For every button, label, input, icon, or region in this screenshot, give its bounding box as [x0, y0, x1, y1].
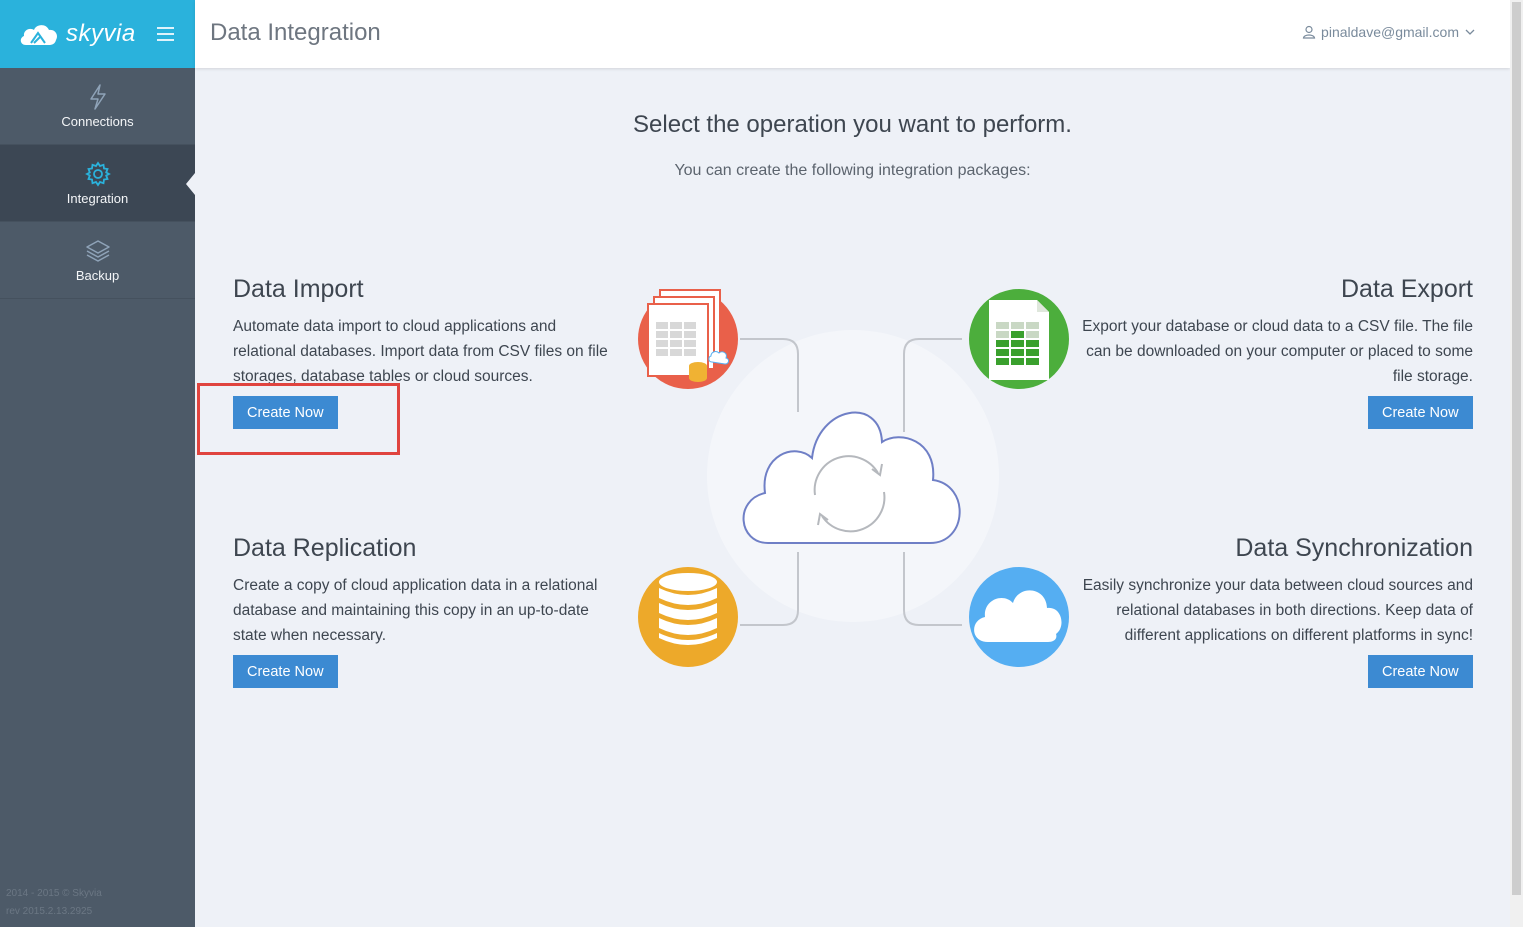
- data-import-description: Automate data import to cloud applicatio…: [233, 318, 608, 385]
- sidebar-item-backup[interactable]: Backup: [0, 222, 195, 299]
- highlight-box: [197, 383, 400, 455]
- data-export-create-button[interactable]: Create Now: [1368, 396, 1473, 429]
- sidebar-item-connections[interactable]: Connections: [0, 68, 195, 145]
- import-documents-icon: [638, 289, 738, 389]
- data-export-section: Data Export Export your database or clou…: [1073, 275, 1473, 389]
- brand-name: skyvia: [66, 20, 136, 47]
- data-synchronization-section: Data Synchronization Easily synchronize …: [1073, 534, 1473, 648]
- database-icon: [638, 567, 738, 667]
- data-replication-create-button[interactable]: Create Now: [233, 655, 338, 688]
- data-replication-title: Data Replication: [233, 534, 417, 562]
- sidebar-item-label: Connections: [61, 113, 134, 129]
- lightning-icon: [89, 83, 106, 110]
- revision-text: rev 2015.2.13.2925: [6, 906, 93, 917]
- data-import-title: Data Import: [233, 275, 364, 303]
- sidebar-item-label: Backup: [75, 267, 120, 283]
- gear-icon: [84, 160, 111, 187]
- chevron-down-icon: [1465, 29, 1475, 35]
- data-export-title: Data Export: [1340, 275, 1473, 303]
- scrollbar[interactable]: [1510, 0, 1523, 927]
- spreadsheet-icon: [969, 289, 1069, 389]
- layers-icon: [85, 239, 110, 262]
- sidebar-item-label: Integration: [66, 190, 129, 206]
- data-synchronization-title: Data Synchronization: [1235, 534, 1473, 562]
- data-synchronization-create-button[interactable]: Create Now: [1368, 655, 1473, 688]
- data-export-description: Export your database or cloud data to a …: [1082, 318, 1473, 385]
- data-import-section: Data Import Automate data import to clou…: [233, 275, 623, 389]
- scrollbar-thumb[interactable]: [1512, 2, 1521, 895]
- copyright-text: 2014 - 2015 © Skyvia: [6, 888, 102, 899]
- user-email: pinaldave@gmail.com: [1321, 24, 1459, 40]
- cloud-icon: [969, 567, 1069, 667]
- sidebar: skyvia Connections Integration Backup 20…: [0, 0, 195, 927]
- data-replication-description: Create a copy of cloud application data …: [233, 577, 598, 644]
- integration-diagram: [638, 289, 1069, 667]
- skyvia-logo-icon: [20, 25, 58, 45]
- data-synchronization-description: Easily synchronize your data between clo…: [1082, 577, 1473, 644]
- user-menu[interactable]: pinaldave@gmail.com: [1302, 24, 1476, 40]
- user-icon: [1302, 25, 1316, 39]
- active-indicator: [186, 173, 195, 195]
- sidebar-item-integration[interactable]: Integration: [0, 145, 195, 222]
- top-bar: Data Integration pinaldave@gmail.com: [195, 0, 1510, 68]
- subline: You can create the following integration…: [674, 162, 1031, 179]
- data-replication-section: Data Replication Create a copy of cloud …: [233, 534, 618, 648]
- sidebar-footer: 2014 - 2015 © Skyvia rev 2015.2.13.2925: [6, 885, 102, 921]
- headline: Select the operation you want to perform…: [633, 111, 1072, 138]
- page-title: Data Integration: [210, 19, 381, 46]
- brand-header: skyvia: [0, 0, 195, 68]
- menu-toggle-icon[interactable]: [157, 27, 174, 41]
